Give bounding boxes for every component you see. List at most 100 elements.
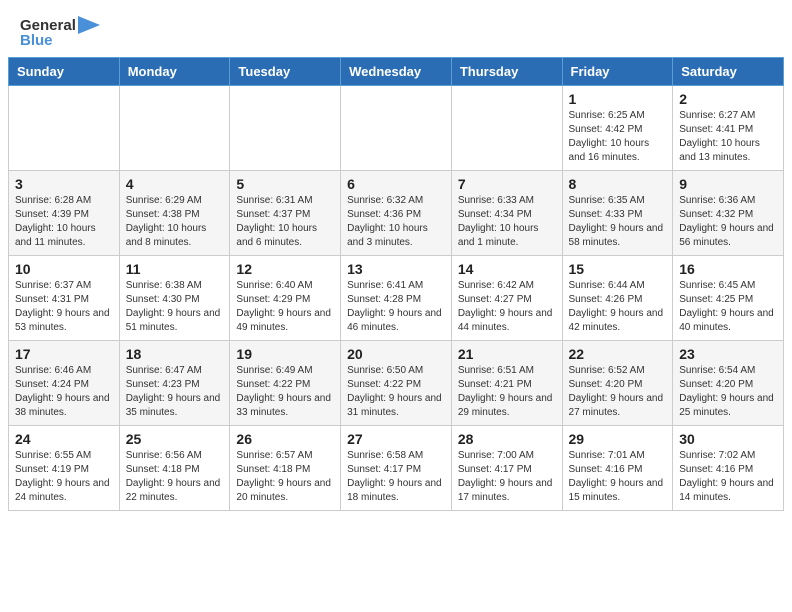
day-number: 19	[236, 346, 334, 362]
column-header-friday: Friday	[562, 58, 673, 86]
calendar-cell: 13 Sunrise: 6:41 AM Sunset: 4:28 PM Dayli…	[341, 256, 452, 341]
day-number: 18	[126, 346, 224, 362]
day-info: Sunrise: 6:55 AM Sunset: 4:19 PM Dayligh…	[15, 449, 113, 505]
calendar-cell: 16 Sunrise: 6:45 AM Sunset: 4:25 PM Dayli…	[673, 256, 784, 341]
calendar-header-row: SundayMondayTuesdayWednesdayThursdayFrid…	[9, 58, 784, 86]
day-info: Sunrise: 7:02 AM Sunset: 4:16 PM Dayligh…	[679, 449, 777, 505]
day-number: 15	[569, 261, 667, 277]
day-info: Sunrise: 6:27 AM Sunset: 4:41 PM Dayligh…	[679, 109, 777, 165]
calendar-cell: 26 Sunrise: 6:57 AM Sunset: 4:18 PM Dayli…	[230, 426, 341, 511]
day-number: 20	[347, 346, 445, 362]
calendar-cell: 30 Sunrise: 7:02 AM Sunset: 4:16 PM Dayli…	[673, 426, 784, 511]
day-info: Sunrise: 6:41 AM Sunset: 4:28 PM Dayligh…	[347, 279, 445, 335]
day-number: 29	[569, 431, 667, 447]
day-number: 27	[347, 431, 445, 447]
column-header-tuesday: Tuesday	[230, 58, 341, 86]
day-number: 5	[236, 176, 334, 192]
day-number: 26	[236, 431, 334, 447]
day-number: 17	[15, 346, 113, 362]
day-info: Sunrise: 7:01 AM Sunset: 4:16 PM Dayligh…	[569, 449, 667, 505]
calendar-cell: 21 Sunrise: 6:51 AM Sunset: 4:21 PM Dayli…	[451, 341, 562, 426]
day-info: Sunrise: 6:46 AM Sunset: 4:24 PM Dayligh…	[15, 364, 113, 420]
day-info: Sunrise: 6:32 AM Sunset: 4:36 PM Dayligh…	[347, 194, 445, 250]
calendar-cell: 28Sunrise: 7:00 AM Sunset: 4:17 PM Dayli…	[451, 426, 562, 511]
day-number: 6	[347, 176, 445, 192]
calendar-cell	[119, 86, 230, 171]
logo-arrow-icon	[78, 16, 100, 34]
calendar-cell: 11 Sunrise: 6:38 AM Sunset: 4:30 PM Dayli…	[119, 256, 230, 341]
day-number: 7	[458, 176, 556, 192]
day-number: 16	[679, 261, 777, 277]
calendar-cell: 8Sunrise: 6:35 AM Sunset: 4:33 PM Daylig…	[562, 171, 673, 256]
calendar-cell	[451, 86, 562, 171]
day-info: Sunrise: 6:29 AM Sunset: 4:38 PM Dayligh…	[126, 194, 224, 250]
calendar-cell: 10 Sunrise: 6:37 AM Sunset: 4:31 PM Dayli…	[9, 256, 120, 341]
day-number: 11	[126, 261, 224, 277]
day-info: Sunrise: 6:47 AM Sunset: 4:23 PM Dayligh…	[126, 364, 224, 420]
calendar-cell	[230, 86, 341, 171]
day-info: Sunrise: 6:51 AM Sunset: 4:21 PM Dayligh…	[458, 364, 556, 420]
day-number: 14	[458, 261, 556, 277]
calendar-week-row: 24 Sunrise: 6:55 AM Sunset: 4:19 PM Dayli…	[9, 426, 784, 511]
day-info: Sunrise: 6:38 AM Sunset: 4:30 PM Dayligh…	[126, 279, 224, 335]
day-info: Sunrise: 6:36 AM Sunset: 4:32 PM Dayligh…	[679, 194, 777, 250]
day-info: Sunrise: 6:42 AM Sunset: 4:27 PM Dayligh…	[458, 279, 556, 335]
day-number: 1	[569, 91, 667, 107]
day-number: 13	[347, 261, 445, 277]
day-number: 2	[679, 91, 777, 107]
day-info: Sunrise: 6:37 AM Sunset: 4:31 PM Dayligh…	[15, 279, 113, 335]
logo-general: General	[20, 17, 76, 34]
calendar-cell: 23Sunrise: 6:54 AM Sunset: 4:20 PM Dayli…	[673, 341, 784, 426]
day-number: 21	[458, 346, 556, 362]
day-info: Sunrise: 6:40 AM Sunset: 4:29 PM Dayligh…	[236, 279, 334, 335]
day-number: 22	[569, 346, 667, 362]
calendar-cell: 20 Sunrise: 6:50 AM Sunset: 4:22 PM Dayli…	[341, 341, 452, 426]
day-number: 24	[15, 431, 113, 447]
calendar-cell: 7 Sunrise: 6:33 AM Sunset: 4:34 PM Daylig…	[451, 171, 562, 256]
calendar-cell: 9 Sunrise: 6:36 AM Sunset: 4:32 PM Daylig…	[673, 171, 784, 256]
day-number: 23	[679, 346, 777, 362]
logo-blue: Blue	[20, 32, 53, 49]
day-number: 3	[15, 176, 113, 192]
day-number: 12	[236, 261, 334, 277]
day-info: Sunrise: 6:33 AM Sunset: 4:34 PM Dayligh…	[458, 194, 556, 250]
day-info: Sunrise: 6:58 AM Sunset: 4:17 PM Dayligh…	[347, 449, 445, 505]
calendar-week-row: 1Sunrise: 6:25 AM Sunset: 4:42 PM Daylig…	[9, 86, 784, 171]
calendar-cell: 14 Sunrise: 6:42 AM Sunset: 4:27 PM Dayli…	[451, 256, 562, 341]
calendar-wrapper: SundayMondayTuesdayWednesdayThursdayFrid…	[0, 57, 792, 519]
calendar-week-row: 17 Sunrise: 6:46 AM Sunset: 4:24 PM Dayli…	[9, 341, 784, 426]
calendar-cell: 19Sunrise: 6:49 AM Sunset: 4:22 PM Dayli…	[230, 341, 341, 426]
calendar-week-row: 3 Sunrise: 6:28 AM Sunset: 4:39 PM Daylig…	[9, 171, 784, 256]
calendar-week-row: 10 Sunrise: 6:37 AM Sunset: 4:31 PM Dayli…	[9, 256, 784, 341]
day-number: 9	[679, 176, 777, 192]
day-info: Sunrise: 6:28 AM Sunset: 4:39 PM Dayligh…	[15, 194, 113, 250]
day-info: Sunrise: 6:35 AM Sunset: 4:33 PM Dayligh…	[569, 194, 667, 250]
calendar-table: SundayMondayTuesdayWednesdayThursdayFrid…	[8, 57, 784, 511]
day-info: Sunrise: 6:52 AM Sunset: 4:20 PM Dayligh…	[569, 364, 667, 420]
column-header-wednesday: Wednesday	[341, 58, 452, 86]
calendar-cell: 27 Sunrise: 6:58 AM Sunset: 4:17 PM Dayli…	[341, 426, 452, 511]
calendar-cell: 3 Sunrise: 6:28 AM Sunset: 4:39 PM Daylig…	[9, 171, 120, 256]
day-info: Sunrise: 6:45 AM Sunset: 4:25 PM Dayligh…	[679, 279, 777, 335]
calendar-cell: 29 Sunrise: 7:01 AM Sunset: 4:16 PM Dayli…	[562, 426, 673, 511]
calendar-cell: 25 Sunrise: 6:56 AM Sunset: 4:18 PM Dayli…	[119, 426, 230, 511]
day-number: 25	[126, 431, 224, 447]
column-header-monday: Monday	[119, 58, 230, 86]
day-number: 4	[126, 176, 224, 192]
logo: General Blue	[20, 16, 100, 49]
calendar-cell: 22 Sunrise: 6:52 AM Sunset: 4:20 PM Dayli…	[562, 341, 673, 426]
calendar-cell: 5 Sunrise: 6:31 AM Sunset: 4:37 PM Daylig…	[230, 171, 341, 256]
calendar-cell: 24 Sunrise: 6:55 AM Sunset: 4:19 PM Dayli…	[9, 426, 120, 511]
page-header: General Blue	[0, 0, 792, 57]
column-header-saturday: Saturday	[673, 58, 784, 86]
day-info: Sunrise: 6:56 AM Sunset: 4:18 PM Dayligh…	[126, 449, 224, 505]
calendar-cell: 4 Sunrise: 6:29 AM Sunset: 4:38 PM Daylig…	[119, 171, 230, 256]
day-info: Sunrise: 6:50 AM Sunset: 4:22 PM Dayligh…	[347, 364, 445, 420]
calendar-cell	[9, 86, 120, 171]
day-number: 30	[679, 431, 777, 447]
day-info: Sunrise: 6:44 AM Sunset: 4:26 PM Dayligh…	[569, 279, 667, 335]
day-info: Sunrise: 6:31 AM Sunset: 4:37 PM Dayligh…	[236, 194, 334, 250]
day-number: 10	[15, 261, 113, 277]
day-info: Sunrise: 6:57 AM Sunset: 4:18 PM Dayligh…	[236, 449, 334, 505]
calendar-cell: 1Sunrise: 6:25 AM Sunset: 4:42 PM Daylig…	[562, 86, 673, 171]
